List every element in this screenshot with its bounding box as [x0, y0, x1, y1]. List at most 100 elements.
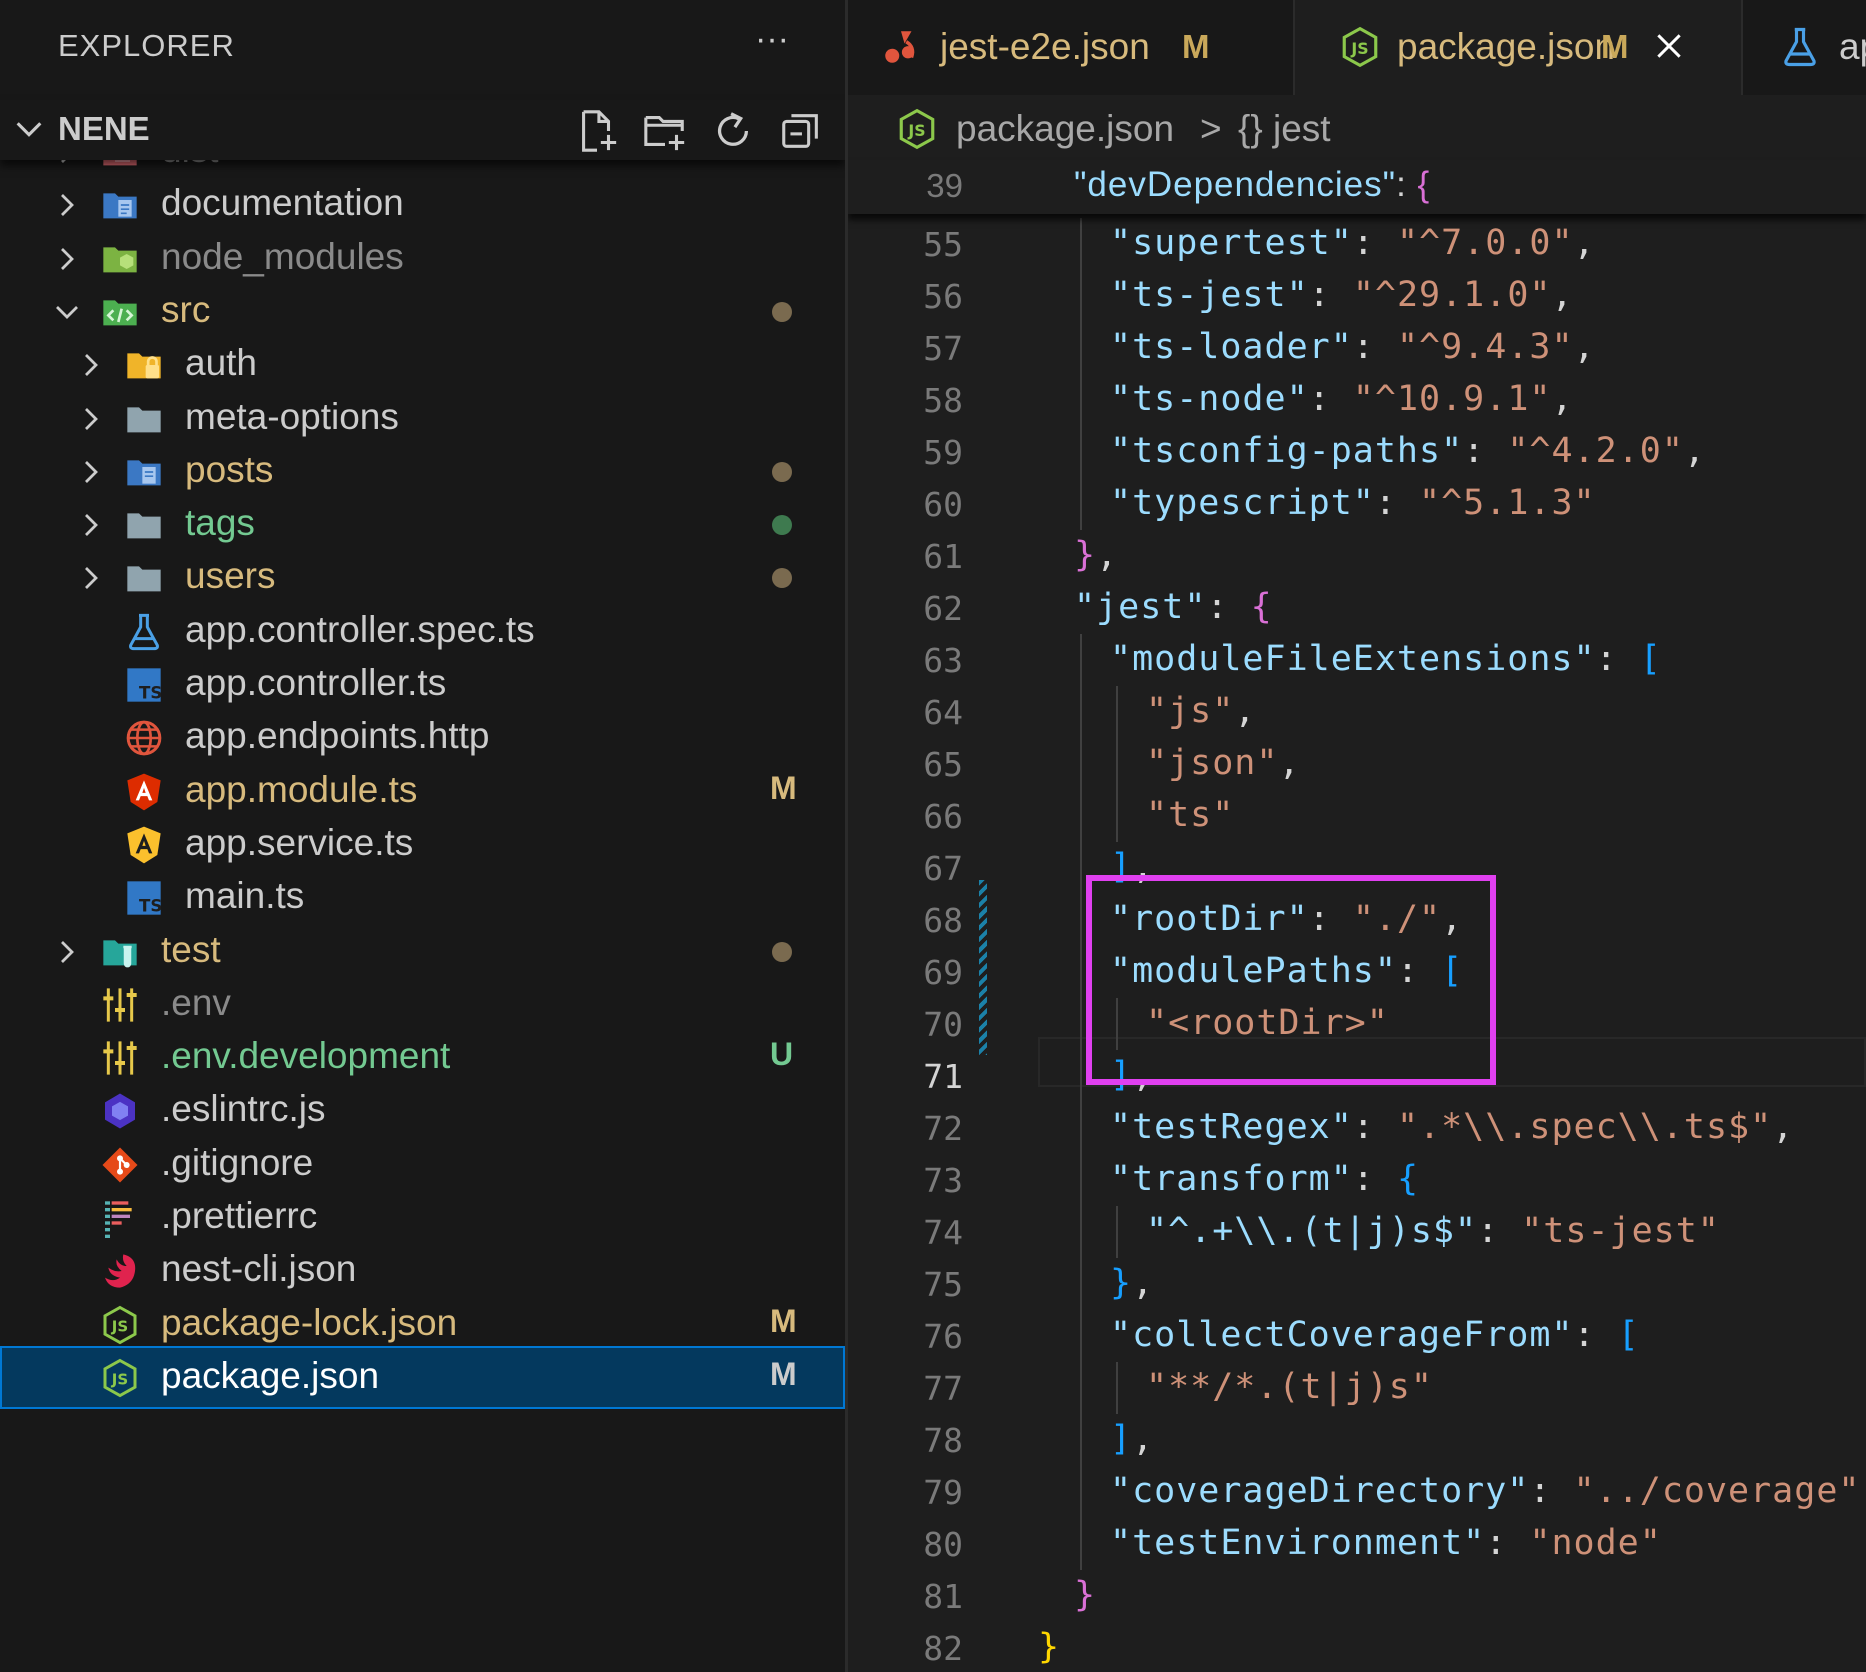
- code-line[interactable]: 74 "^.+\\.(t|j)s$": "ts-jest": [848, 1206, 1866, 1258]
- indent-guide: [1080, 998, 1082, 1050]
- line-number: 61: [923, 537, 963, 576]
- chevron-down-icon[interactable]: [52, 297, 82, 327]
- refresh-icon[interactable]: [710, 108, 756, 154]
- workspace-section-header[interactable]: NENE: [0, 100, 845, 160]
- code-line[interactable]: 77 "**/*.(t|j)s": [848, 1362, 1866, 1414]
- nodejs-icon: JS: [100, 1358, 140, 1398]
- code-token: :: [1352, 1107, 1397, 1147]
- tree-item-label: test: [161, 928, 221, 970]
- chevron-right-icon[interactable]: [52, 244, 82, 274]
- line-number: 56: [923, 277, 963, 316]
- sticky-scroll-line[interactable]: 39 "devDependencies": {: [848, 160, 1866, 214]
- chevron-right-icon[interactable]: [52, 937, 82, 967]
- flask-icon: [124, 612, 164, 652]
- code-line[interactable]: 80 "testEnvironment": "node": [848, 1518, 1866, 1570]
- code-text: ],: [1110, 1419, 1154, 1459]
- indent-guide: [1080, 1310, 1082, 1362]
- chevron-right-icon[interactable]: [76, 350, 106, 380]
- code-text: "^.+\\.(t|j)s$": "ts-jest": [1146, 1211, 1720, 1251]
- new-folder-icon[interactable]: [642, 108, 688, 154]
- code-line[interactable]: 66 "ts": [848, 790, 1866, 842]
- code-line[interactable]: 63 "moduleFileExtensions": [: [848, 634, 1866, 686]
- git-icon: [100, 1145, 140, 1185]
- code-line[interactable]: 75},: [848, 1258, 1866, 1310]
- code-token: ,: [1573, 327, 1596, 367]
- code-line[interactable]: 79 "coverageDirectory": "../coverage",: [848, 1466, 1866, 1518]
- code-line[interactable]: 56 "ts-jest": "^29.1.0",: [848, 270, 1866, 322]
- chevron-right-icon[interactable]: [76, 457, 106, 487]
- collapse-all-icon[interactable]: [778, 108, 824, 154]
- indent-guide: [1080, 1258, 1082, 1310]
- tree-item-label: posts: [185, 448, 274, 490]
- tab-bar: jest-e2e.json M JS package.json M ap: [848, 0, 1866, 95]
- chevron-right-icon[interactable]: [76, 404, 106, 434]
- more-actions-icon[interactable]: ···: [755, 22, 789, 56]
- code-line[interactable]: 58 "ts-node": "^10.9.1",: [848, 374, 1866, 426]
- tab-app-spec[interactable]: ap: [1743, 0, 1866, 95]
- code-token: :: [1485, 1523, 1530, 1563]
- tree-item[interactable]: JS package.json M: [0, 1345, 845, 1409]
- line-number: 82: [923, 1629, 963, 1668]
- code-token: }: [1074, 535, 1097, 575]
- tree-item-label: main.ts: [185, 875, 305, 917]
- code-token: ,: [1772, 1107, 1795, 1147]
- code-line[interactable]: 64 "js",: [848, 686, 1866, 738]
- indent-guide: [1080, 1154, 1082, 1206]
- breadcrumb-symbol[interactable]: {} jest: [1238, 108, 1331, 150]
- git-status-badge: U: [770, 1036, 794, 1073]
- breadcrumb-file[interactable]: package.json: [956, 108, 1174, 150]
- code-line[interactable]: 78],: [848, 1414, 1866, 1466]
- line-number: 74: [923, 1213, 963, 1252]
- code-token: }: [1038, 1627, 1061, 1667]
- code-token: :: [1374, 483, 1420, 523]
- code-text: "**/*.(t|j)s": [1146, 1367, 1433, 1407]
- tab-jest-e2e[interactable]: jest-e2e.json M: [848, 0, 1295, 95]
- line-number: 57: [923, 329, 963, 368]
- code-line[interactable]: 73 "transform": {: [848, 1154, 1866, 1206]
- chevron-right-icon[interactable]: [76, 563, 106, 593]
- new-file-icon[interactable]: [574, 108, 620, 154]
- breadcrumb-separator: >: [1200, 108, 1222, 149]
- code-token: ,: [1234, 691, 1257, 731]
- test-folder-icon: [100, 932, 140, 972]
- indent-guide: [1080, 1466, 1082, 1518]
- code-token: ,: [1132, 1419, 1155, 1459]
- indent-guide: [1080, 1102, 1082, 1154]
- code-line[interactable]: 57 "ts-loader": "^9.4.3",: [848, 322, 1866, 374]
- code-line[interactable]: 59 "tsconfig-paths": "^4.2.0",: [848, 426, 1866, 478]
- code-line[interactable]: 72 "testRegex": ".*\\.spec\\.ts$",: [848, 1102, 1866, 1154]
- close-icon[interactable]: [1653, 30, 1685, 62]
- code-token: :: [1529, 1471, 1574, 1511]
- tab-label: ap: [1839, 26, 1866, 67]
- indent-guide: [1080, 1414, 1082, 1466]
- chevron-right-icon[interactable]: [52, 190, 82, 220]
- code-line[interactable]: 81}: [848, 1570, 1866, 1622]
- flask-icon: [1784, 27, 1816, 67]
- code-token: :: [1352, 223, 1397, 263]
- code-line[interactable]: 65 "json",: [848, 738, 1866, 790]
- nodejs-icon: JS: [1342, 26, 1378, 68]
- annotation-highlight-box: [1086, 875, 1496, 1085]
- code-line[interactable]: 76 "collectCoverageFrom": [: [848, 1310, 1866, 1362]
- tree-item-label: package.json: [161, 1354, 380, 1396]
- jest-icon: [885, 31, 915, 63]
- code-line[interactable]: 82}: [848, 1622, 1866, 1672]
- indent-guide: [1116, 738, 1118, 790]
- chevron-down-icon: [16, 122, 42, 137]
- line-number: 79: [923, 1473, 963, 1512]
- indent-guide: [1116, 790, 1118, 842]
- code-line[interactable]: 62 "jest": {: [848, 582, 1866, 634]
- code-line[interactable]: 55 "supertest": "^7.0.0",: [848, 218, 1866, 270]
- code-token: "ts-loader": [1110, 327, 1353, 367]
- code-line[interactable]: 39 "devDependencies": {: [848, 160, 1866, 212]
- chevron-right-icon[interactable]: [76, 510, 106, 540]
- tree-item-label: app.controller.ts: [185, 662, 447, 703]
- code-line[interactable]: 61},: [848, 530, 1866, 582]
- tab-package-json[interactable]: JS package.json M: [1295, 0, 1743, 95]
- prettier-icon: [100, 1198, 140, 1238]
- code-line[interactable]: 60 "typescript": "^5.1.3": [848, 478, 1866, 530]
- code-token: "^7.0.0": [1396, 223, 1574, 263]
- line-number: 62: [923, 589, 963, 628]
- svg-text:TS: TS: [139, 683, 162, 702]
- tab-modified-badge: M: [1601, 28, 1629, 65]
